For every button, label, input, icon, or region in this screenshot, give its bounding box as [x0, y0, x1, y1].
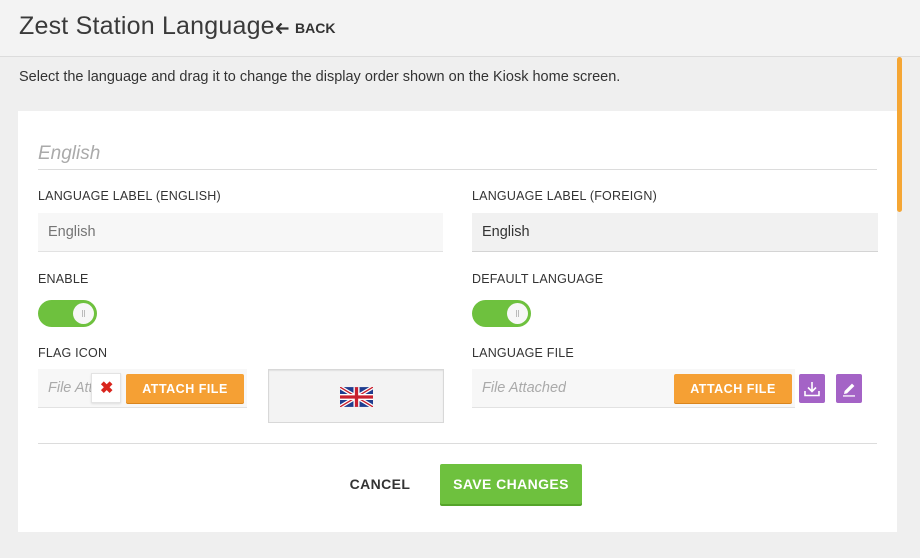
- scrollbar-thumb[interactable]: [897, 57, 902, 212]
- default-language-toggle[interactable]: [472, 300, 531, 327]
- divider: [38, 169, 877, 170]
- close-icon: ✖: [100, 380, 114, 397]
- back-label: BACK: [295, 20, 336, 36]
- flag-preview: [268, 369, 444, 423]
- download-button[interactable]: [799, 374, 825, 403]
- flag-icon-label: FLAG ICON: [38, 346, 108, 360]
- remove-flag-button[interactable]: ✖: [91, 373, 121, 403]
- arrow-left-icon: [276, 22, 289, 34]
- attach-language-file-button[interactable]: ATTACH FILE: [674, 374, 792, 403]
- language-file-label: LANGUAGE FILE: [472, 346, 574, 360]
- edit-icon: [843, 383, 855, 397]
- page-header: Zest Station Language BACK: [0, 0, 920, 57]
- default-language-label: DEFAULT LANGUAGE: [472, 272, 604, 286]
- uk-flag-icon: [340, 387, 373, 407]
- page-description: Select the language and drag it to chang…: [19, 69, 621, 85]
- label-english-label: LANGUAGE LABEL (ENGLISH): [38, 189, 221, 203]
- label-foreign-label: LANGUAGE LABEL (FOREIGN): [472, 189, 657, 203]
- cancel-button[interactable]: CANCEL: [343, 469, 417, 499]
- download-icon: [804, 381, 820, 396]
- toggle-knob: [507, 303, 528, 324]
- back-link[interactable]: BACK: [276, 20, 335, 36]
- language-label-english-input[interactable]: [38, 213, 443, 252]
- attach-flag-button[interactable]: ATTACH FILE: [126, 374, 244, 403]
- enable-label: ENABLE: [38, 272, 89, 286]
- divider: [38, 443, 877, 444]
- toggle-knob: [73, 303, 94, 324]
- language-label-foreign-input[interactable]: [472, 213, 878, 252]
- language-card[interactable]: English LANGUAGE LABEL (ENGLISH) LANGUAG…: [18, 111, 897, 532]
- enable-toggle[interactable]: [38, 300, 97, 327]
- page-title: Zest Station Language: [19, 12, 275, 40]
- language-file-placeholder: File Attached: [482, 380, 567, 396]
- save-changes-button[interactable]: SAVE CHANGES: [440, 464, 582, 504]
- language-name: English: [38, 143, 101, 164]
- edit-button[interactable]: [836, 374, 862, 403]
